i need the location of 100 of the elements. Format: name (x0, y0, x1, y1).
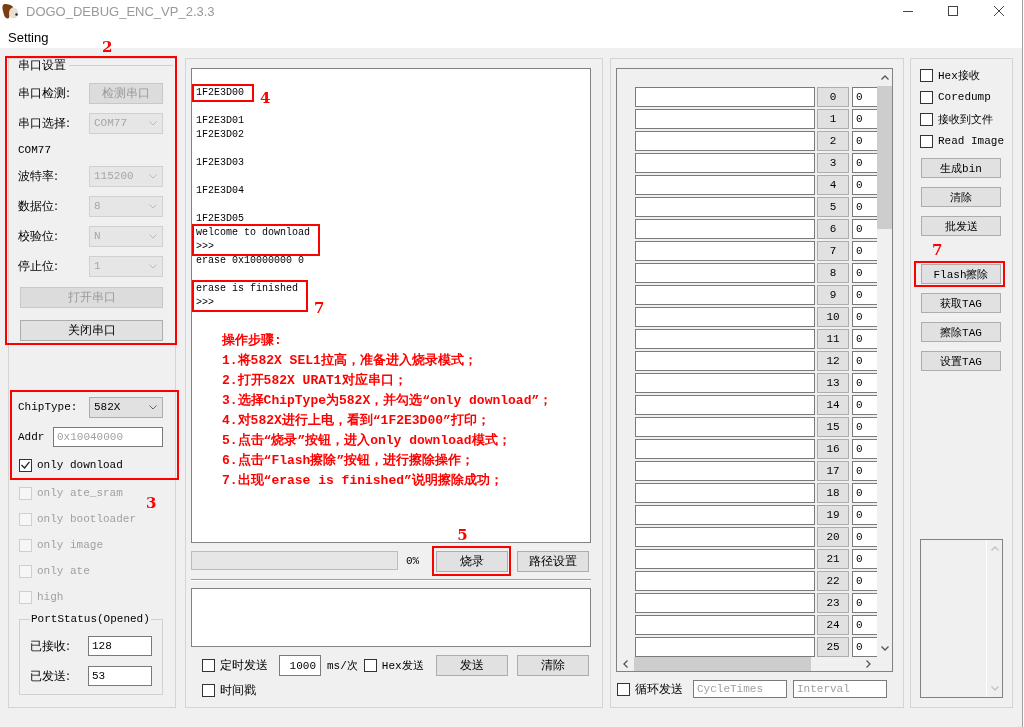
minimize-icon[interactable] (903, 10, 913, 12)
action-button[interactable]: 生成bin (921, 158, 1001, 178)
text-field[interactable] (635, 417, 815, 437)
count-field[interactable]: 0 (852, 175, 877, 195)
slot-button[interactable]: 16 (817, 439, 849, 459)
port-button[interactable]: 关闭串口 (20, 320, 163, 341)
text-field[interactable] (635, 241, 815, 261)
checkbox[interactable] (920, 134, 933, 148)
count-field[interactable]: 0 (852, 483, 877, 503)
slot-button[interactable]: 4 (817, 175, 849, 195)
action-button[interactable]: 发送 (436, 655, 508, 676)
action-button[interactable]: 清除 (517, 655, 589, 676)
menu-item[interactable]: Setting (8, 29, 49, 45)
message-input[interactable] (191, 588, 591, 647)
count-field[interactable]: 0 (852, 527, 877, 547)
text-field[interactable] (635, 549, 815, 569)
text-field[interactable] (635, 483, 815, 503)
counter-field[interactable]: 53 (88, 666, 152, 686)
slot-button[interactable]: 25 (817, 637, 849, 657)
checkbox[interactable] (363, 659, 377, 672)
count-field[interactable]: 0 (852, 87, 877, 107)
slot-button[interactable]: 13 (817, 373, 849, 393)
text-field[interactable] (635, 505, 815, 525)
checkbox[interactable] (19, 458, 32, 472)
count-field[interactable]: 0 (852, 131, 877, 151)
action-button[interactable]: 批发送 (921, 216, 1001, 236)
count-field[interactable]: 0 (852, 373, 877, 393)
action-button[interactable]: 路径设置 (517, 551, 590, 572)
action-button[interactable]: 清除 (921, 187, 1001, 207)
text-field[interactable] (635, 637, 815, 657)
count-field[interactable]: 0 (852, 461, 877, 481)
slot-button[interactable]: 11 (817, 329, 849, 349)
slot-button[interactable]: 17 (817, 461, 849, 481)
text-field[interactable] (635, 131, 815, 151)
text-field[interactable] (635, 87, 815, 107)
dropdown[interactable]: 582X (89, 396, 163, 418)
interval-field[interactable]: Interval (793, 680, 887, 698)
text-field[interactable] (635, 593, 815, 613)
slot-button[interactable]: 1 (817, 109, 849, 129)
address-field[interactable]: 0x10040000 (53, 427, 163, 447)
count-field[interactable]: 0 (852, 571, 877, 591)
slot-button[interactable]: 23 (817, 593, 849, 613)
chevron-up-icon[interactable] (880, 75, 889, 80)
slot-button[interactable]: 9 (817, 285, 849, 305)
count-field[interactable]: 0 (852, 505, 877, 525)
text-field[interactable] (635, 263, 815, 283)
text-field[interactable] (635, 329, 815, 349)
slot-button[interactable]: 6 (817, 219, 849, 239)
count-field[interactable]: 0 (852, 153, 877, 173)
count-field[interactable]: 0 (852, 439, 877, 459)
scrollbar-thumb[interactable] (877, 86, 892, 229)
interval-field[interactable]: 1000 (279, 655, 321, 676)
cycle-times-field[interactable]: CycleTimes (693, 680, 787, 698)
chevron-down-icon[interactable] (880, 646, 889, 651)
action-button[interactable]: 获取TAG (921, 293, 1001, 313)
text-field[interactable] (635, 307, 815, 327)
text-field[interactable] (635, 109, 815, 129)
checkbox[interactable] (920, 68, 933, 82)
count-field[interactable]: 0 (852, 197, 877, 217)
text-field[interactable] (635, 351, 815, 371)
slot-button[interactable]: 24 (817, 615, 849, 635)
list-box[interactable] (920, 539, 1003, 698)
slot-button[interactable]: 12 (817, 351, 849, 371)
text-field[interactable] (635, 285, 815, 305)
checkbox[interactable] (920, 112, 933, 126)
count-field[interactable]: 0 (852, 241, 877, 261)
chevron-right-icon[interactable] (866, 660, 871, 668)
text-field[interactable] (635, 395, 815, 415)
count-field[interactable]: 0 (852, 637, 877, 657)
count-field[interactable]: 0 (852, 263, 877, 283)
text-field[interactable] (635, 439, 815, 459)
text-field[interactable] (635, 153, 815, 173)
text-field[interactable] (635, 461, 815, 481)
slot-button[interactable]: 21 (817, 549, 849, 569)
slot-button[interactable]: 20 (817, 527, 849, 547)
slot-button[interactable]: 22 (817, 571, 849, 591)
count-field[interactable]: 0 (852, 417, 877, 437)
text-field[interactable] (635, 615, 815, 635)
checkbox[interactable] (202, 659, 215, 672)
text-field[interactable] (635, 197, 815, 217)
count-field[interactable]: 0 (852, 307, 877, 327)
text-field[interactable] (635, 527, 815, 547)
text-field[interactable] (635, 219, 815, 239)
action-button[interactable]: 擦除TAG (921, 322, 1001, 342)
text-field[interactable] (635, 571, 815, 591)
count-field[interactable]: 0 (852, 593, 877, 613)
slot-button[interactable]: 0 (817, 87, 849, 107)
count-field[interactable]: 0 (852, 285, 877, 305)
slot-button[interactable]: 14 (817, 395, 849, 415)
slot-button[interactable]: 2 (817, 131, 849, 151)
scrollbar-thumb[interactable] (634, 657, 811, 671)
checkbox[interactable] (617, 682, 630, 696)
slot-button[interactable]: 15 (817, 417, 849, 437)
slot-button[interactable]: 3 (817, 153, 849, 173)
action-button[interactable]: 烧录 (436, 551, 509, 572)
slot-button[interactable]: 8 (817, 263, 849, 283)
count-field[interactable]: 0 (852, 219, 877, 239)
slot-button[interactable]: 5 (817, 197, 849, 217)
count-field[interactable]: 0 (852, 109, 877, 129)
slot-button[interactable]: 19 (817, 505, 849, 525)
